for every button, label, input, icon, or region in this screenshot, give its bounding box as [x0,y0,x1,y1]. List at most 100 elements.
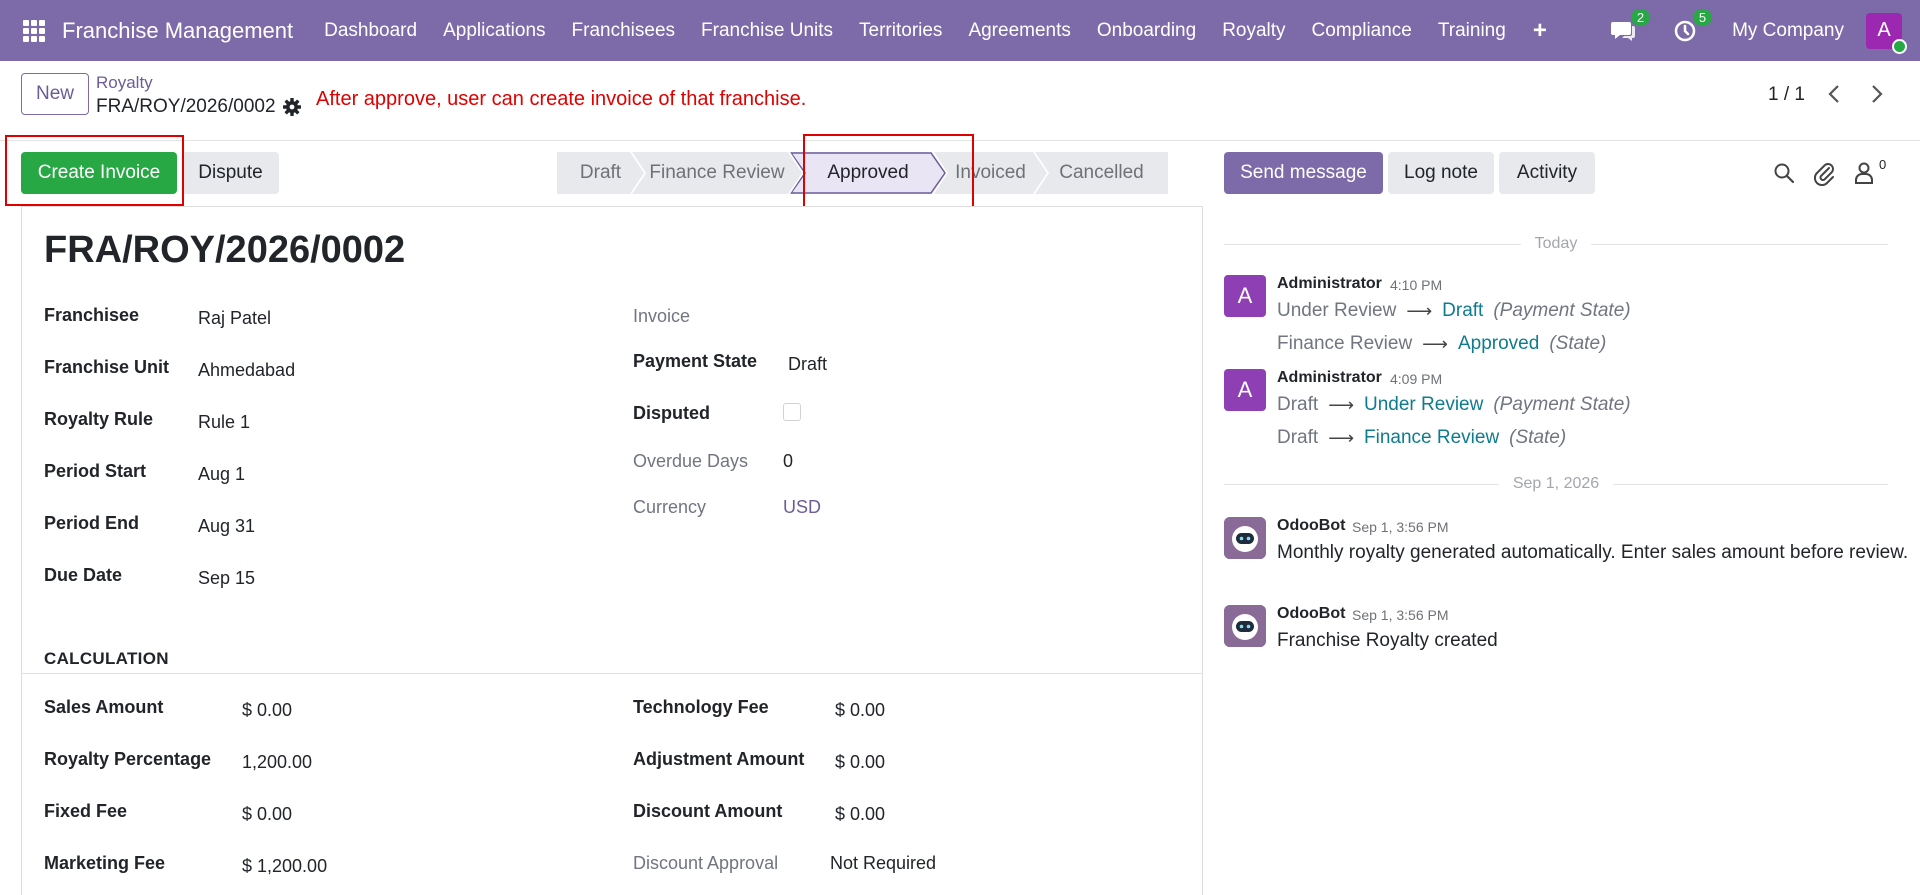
message-time: Sep 1, 3:56 PM [1352,519,1449,535]
message-time: Sep 1, 3:56 PM [1352,607,1449,623]
odoobot-avatar[interactable] [1224,605,1266,647]
currency-link[interactable]: USD [783,497,821,518]
tracking-old-value: Draft [1277,394,1319,415]
tracking-new-value: Approved [1457,333,1540,354]
menu-franchise-units[interactable]: Franchise Units [688,20,846,42]
payment-state-label: Payment State [633,351,758,371]
disputed-checkbox[interactable] [783,403,801,421]
search-icon[interactable] [1772,161,1796,185]
menu-territories[interactable]: Territories [846,20,955,42]
dispute-button[interactable]: Dispute [182,152,279,194]
fixed-fee-label: Fixed Fee [44,801,128,821]
messages-icon[interactable]: 2 [1608,8,1651,46]
long-arrow-right-icon: ⟶ [1328,394,1354,415]
tracking-field-name: (State) [1549,333,1607,354]
author-avatar[interactable]: A [1224,275,1266,317]
stage-draft[interactable]: Draft [557,152,644,194]
author-avatar[interactable]: A [1224,369,1266,411]
activities-count-badge: 5 [1692,8,1713,26]
menu-training[interactable]: Training [1425,20,1519,42]
chevron-left-icon[interactable] [1822,79,1846,109]
gear-icon[interactable] [282,97,302,117]
marketing-fee-label: Marketing Fee [44,853,166,873]
royalty-percentage-field[interactable]: 1,200.00 [242,752,312,773]
odoobot-avatar[interactable] [1224,517,1266,559]
menu-applications[interactable]: Applications [430,20,558,42]
menu-dashboard[interactable]: Dashboard [311,20,430,42]
royalty-percentage-label: Royalty Percentage [44,749,212,769]
due-date-label: Due Date [44,565,123,585]
menu-more-plus-icon[interactable]: + [1519,17,1561,45]
franchise-unit-field[interactable]: Ahmedabad [198,360,295,381]
user-avatar[interactable]: A [1866,12,1907,54]
chevron-right-icon[interactable] [1865,79,1889,109]
payment-state-field[interactable]: Draft [788,354,827,375]
period-end-field[interactable]: Aug 31 [198,516,255,537]
record-title: FRA/ROY/2026/0002 [44,229,406,271]
sales-amount-field[interactable]: $ 0.00 [242,700,292,721]
activity-button[interactable]: Activity [1499,152,1595,194]
message-author[interactable]: Administrator [1277,275,1382,293]
date-separator-today: Today [1224,234,1889,254]
menu-onboarding[interactable]: Onboarding [1084,20,1209,42]
message-author[interactable]: OdooBot [1277,517,1345,535]
menu-compliance[interactable]: Compliance [1299,20,1425,42]
technology-fee-field[interactable]: $ 0.00 [835,700,885,721]
message-author[interactable]: OdooBot [1277,605,1345,623]
period-end-label: Period End [44,513,140,533]
disputed-label: Disputed [633,403,711,423]
log-note-button[interactable]: Log note [1388,152,1494,194]
tutorial-annotation: After approve, user can create invoice o… [316,88,807,110]
highlight-create-invoice [5,135,184,206]
top-navbar: Franchise Management Dashboard Applicati… [0,0,1920,61]
tracking-field-name: (State) [1509,427,1567,448]
marketing-fee-field[interactable]: $ 1,200.00 [242,856,327,877]
invoice-label: Invoice [633,306,691,326]
tracking-old-value: Draft [1277,427,1319,448]
user-avatar-initial: A [1877,19,1891,41]
long-arrow-right-icon: ⟶ [1422,333,1448,354]
activities-clock-icon[interactable]: 5 [1670,8,1713,46]
long-arrow-right-icon: ⟶ [1328,427,1354,448]
calculation-section-title: CALCULATION [44,649,169,668]
form-sheet: FRA/ROY/2026/0002 Franchisee Raj Patel F… [21,206,1203,895]
date-separator-label: Sep 1, 2026 [1512,475,1600,492]
adjustment-amount-label: Adjustment Amount [633,749,805,769]
due-date-field[interactable]: Sep 15 [198,568,255,589]
franchise-unit-label: Franchise Unit [44,357,170,377]
new-record-button[interactable]: New [21,73,89,115]
menu-agreements[interactable]: Agreements [955,20,1083,42]
period-start-field[interactable]: Aug 1 [198,464,245,485]
franchisee-field[interactable]: Raj Patel [198,308,271,329]
message-time: 4:09 PM [1390,371,1443,387]
stage-finance-review[interactable]: Finance Review [632,152,802,194]
apps-grid-icon[interactable] [22,19,46,43]
pager-counter[interactable]: 1 / 1 [1768,84,1805,106]
message-author[interactable]: Administrator [1277,369,1382,387]
send-message-button[interactable]: Send message [1224,152,1383,194]
paperclip-icon[interactable] [1812,160,1836,186]
robot-icon [1224,605,1266,647]
menu-royalty[interactable]: Royalty [1209,20,1298,42]
menu-franchisees[interactable]: Franchisees [559,20,689,42]
overdue-days-field: 0 [783,451,794,471]
discount-approval-field: Not Required [830,853,937,873]
adjustment-amount-field[interactable]: $ 0.00 [835,752,885,773]
discount-amount-field[interactable]: $ 0.00 [835,804,885,825]
breadcrumb-parent-link[interactable]: Royalty [96,73,153,93]
tracking-value: Under Review ⟶ Draft (Payment State) [1277,300,1631,322]
franchisee-label: Franchisee [44,305,140,325]
tracking-field-name: (Payment State) [1493,300,1631,321]
navbar-systray: 2 5 My Company A [1608,8,1907,54]
company-switcher[interactable]: My Company [1732,20,1844,42]
app-brand[interactable]: Franchise Management [62,18,293,44]
follower-user-icon[interactable] [1852,160,1876,186]
tracking-field-name: (Payment State) [1493,394,1631,415]
royalty-rule-field[interactable]: Rule 1 [198,412,250,433]
message-body: Franchise Royalty created [1277,630,1498,651]
fixed-fee-field[interactable]: $ 0.00 [242,804,292,825]
currency-label: Currency [633,497,707,517]
stage-cancelled[interactable]: Cancelled [1035,152,1168,194]
tracking-old-value: Finance Review [1277,333,1413,354]
message-body: Monthly royalty generated automatically.… [1277,542,1909,563]
